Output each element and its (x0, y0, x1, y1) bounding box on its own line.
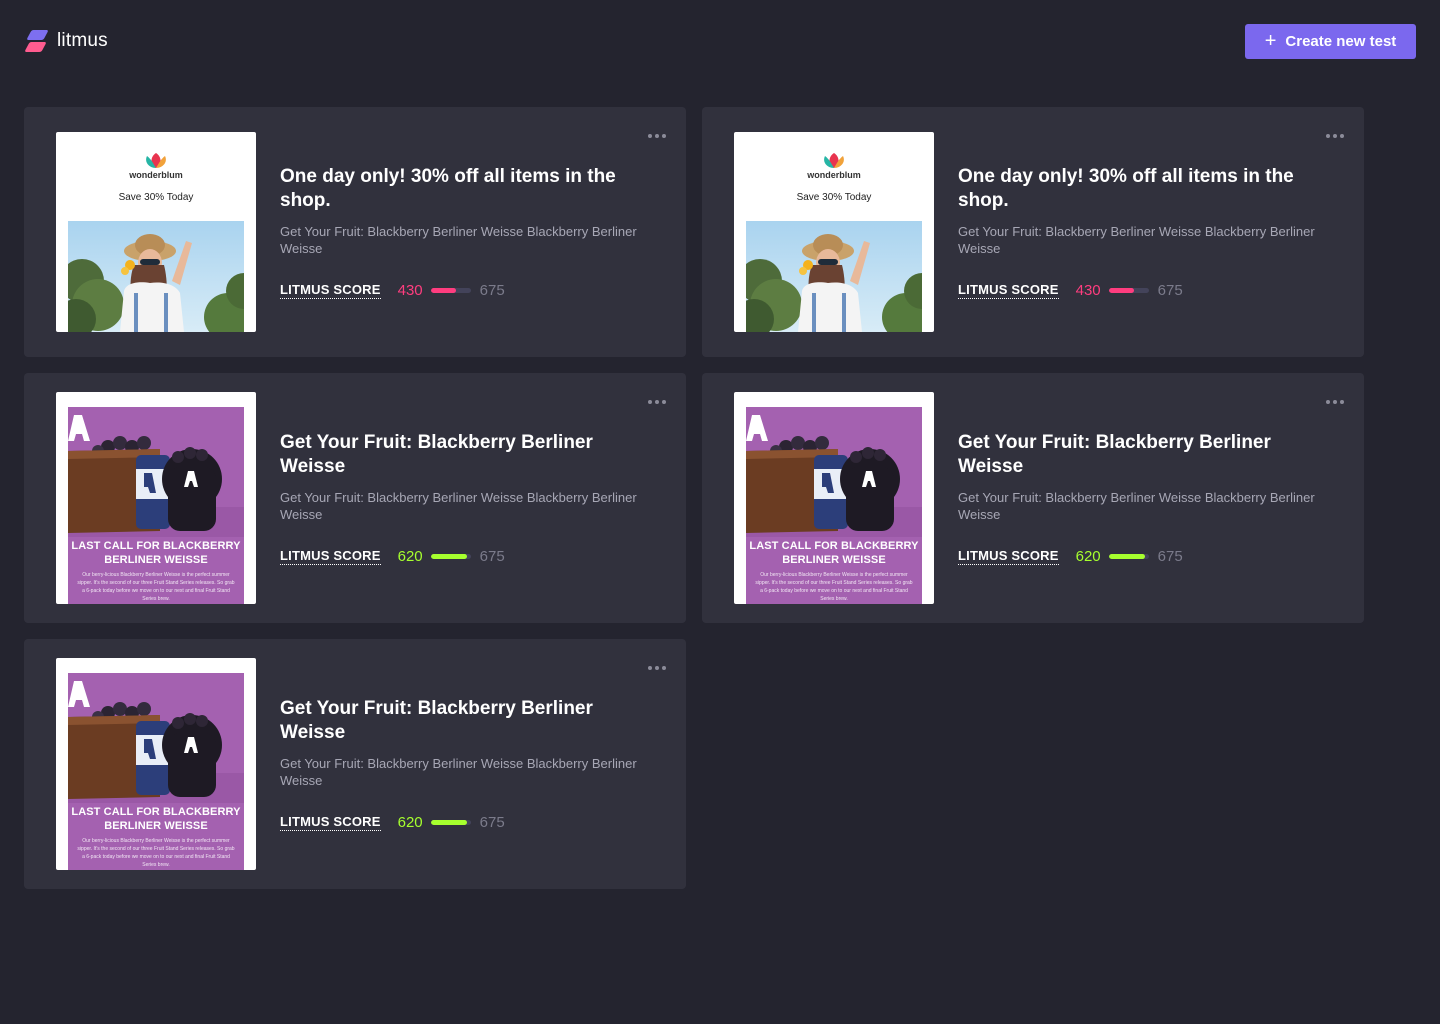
thumbnail-body: Our berry-licious Blackberry Berliner We… (755, 572, 913, 602)
test-card[interactable]: wonderblum Save 30% Today One day only! … (24, 107, 686, 357)
litmus-score: LITMUS SCORE 620 675 (280, 547, 650, 565)
card-subtitle: Get Your Fruit: Blackberry Berliner Weis… (958, 490, 1315, 522)
thumbnail-photo: LAST CALL FOR BLACKBERRY BERLINER WEISSE… (68, 407, 244, 604)
litmus-score: LITMUS SCORE 430 675 (958, 281, 1328, 299)
thumbnail-photo: LAST CALL FOR BLACKBERRY BERLINER WEISSE… (68, 673, 244, 870)
email-thumbnail[interactable]: wonderblum Save 30% Today (734, 132, 934, 332)
thumbnail-body: Our berry-licious Blackberry Berliner We… (77, 572, 235, 602)
score-bar-fill (1108, 553, 1146, 559)
thumbnail-photo: LAST CALL FOR BLACKBERRY BERLINER WEISSE… (746, 407, 922, 604)
card-title[interactable]: One day only! 30% off all items in the s… (958, 165, 1328, 213)
litmus-score: LITMUS SCORE 620 675 (280, 813, 650, 831)
more-options-icon[interactable] (648, 131, 668, 141)
score-value: 620 (1075, 547, 1101, 565)
thumbnail-headline: LAST CALL FOR BLACKBERRY BERLINER WEISSE (71, 806, 241, 832)
email-thumbnail[interactable]: LAST CALL FOR BLACKBERRY BERLINER WEISSE… (56, 658, 256, 870)
score-bar (430, 819, 471, 825)
email-thumbnail[interactable]: LAST CALL FOR BLACKBERRY BERLINER WEISSE… (56, 392, 256, 604)
test-card[interactable]: LAST CALL FOR BLACKBERRY BERLINER WEISSE… (24, 639, 686, 889)
litmus-logo-icon (24, 28, 49, 54)
more-options-icon[interactable] (1326, 397, 1346, 407)
score-value: 620 (397, 813, 423, 831)
score-bar-fill (430, 287, 457, 293)
test-card[interactable]: LAST CALL FOR BLACKBERRY BERLINER WEISSE… (702, 373, 1364, 623)
litmus-score-label[interactable]: LITMUS SCORE (280, 814, 381, 831)
card-title[interactable]: Get Your Fruit: Blackberry Berliner Weis… (280, 697, 650, 745)
test-card[interactable]: LAST CALL FOR BLACKBERRY BERLINER WEISSE… (24, 373, 686, 623)
score-bar-fill (1108, 287, 1135, 293)
thumbnail-brand: wonderblum (129, 170, 183, 180)
thumbnail-headline: LAST CALL FOR BLACKBERRY BERLINER WEISSE (749, 540, 919, 566)
score-bar (430, 287, 471, 293)
thumbnail-photo (68, 221, 244, 332)
litmus-score-label[interactable]: LITMUS SCORE (958, 548, 1059, 565)
litmus-score-label[interactable]: LITMUS SCORE (958, 282, 1059, 299)
email-thumbnail[interactable]: wonderblum Save 30% Today (56, 132, 256, 332)
more-options-icon[interactable] (648, 663, 668, 673)
create-new-test-button[interactable]: + Create new test (1245, 24, 1416, 59)
card-subtitle: Get Your Fruit: Blackberry Berliner Weis… (280, 756, 637, 788)
thumbnail-photo (746, 221, 922, 332)
app-name: litmus (57, 30, 108, 51)
score-value: 430 (1075, 281, 1101, 299)
card-title[interactable]: One day only! 30% off all items in the s… (280, 165, 650, 213)
wonderblum-logo-icon (824, 153, 844, 168)
score-bar (1108, 553, 1149, 559)
thumbnail-tagline: Save 30% Today (796, 192, 872, 203)
test-card[interactable]: wonderblum Save 30% Today One day only! … (702, 107, 1364, 357)
card-subtitle: Get Your Fruit: Blackberry Berliner Weis… (280, 490, 637, 522)
top-bar: litmus + Create new test (0, 0, 1440, 84)
score-bar (1108, 287, 1149, 293)
score-bar (430, 553, 471, 559)
thumbnail-headline: LAST CALL FOR BLACKBERRY BERLINER WEISSE (71, 540, 241, 566)
more-options-icon[interactable] (648, 397, 668, 407)
thumbnail-tagline: Save 30% Today (118, 192, 194, 203)
litmus-score-label[interactable]: LITMUS SCORE (280, 548, 381, 565)
thumbnail-body: Our berry-licious Blackberry Berliner We… (77, 838, 235, 868)
create-new-test-label: Create new test (1285, 33, 1397, 50)
score-max: 675 (479, 281, 505, 299)
plus-icon: + (1264, 29, 1277, 52)
score-bar-fill (430, 553, 468, 559)
card-subtitle: Get Your Fruit: Blackberry Berliner Weis… (958, 224, 1315, 256)
score-bar-fill (430, 819, 468, 825)
score-value: 430 (397, 281, 423, 299)
wonderblum-logo-icon (146, 153, 166, 168)
more-options-icon[interactable] (1326, 131, 1346, 141)
litmus-score: LITMUS SCORE 430 675 (280, 281, 650, 299)
card-title[interactable]: Get Your Fruit: Blackberry Berliner Weis… (280, 431, 650, 479)
email-thumbnail[interactable]: LAST CALL FOR BLACKBERRY BERLINER WEISSE… (734, 392, 934, 604)
score-max: 675 (1157, 281, 1183, 299)
litmus-logo[interactable]: litmus (24, 28, 108, 54)
score-max: 675 (1157, 547, 1183, 565)
score-max: 675 (479, 813, 505, 831)
litmus-score-label[interactable]: LITMUS SCORE (280, 282, 381, 299)
card-subtitle: Get Your Fruit: Blackberry Berliner Weis… (280, 224, 637, 256)
score-value: 620 (397, 547, 423, 565)
thumbnail-brand: wonderblum (807, 170, 861, 180)
score-max: 675 (479, 547, 505, 565)
card-title[interactable]: Get Your Fruit: Blackberry Berliner Weis… (958, 431, 1328, 479)
litmus-score: LITMUS SCORE 620 675 (958, 547, 1328, 565)
